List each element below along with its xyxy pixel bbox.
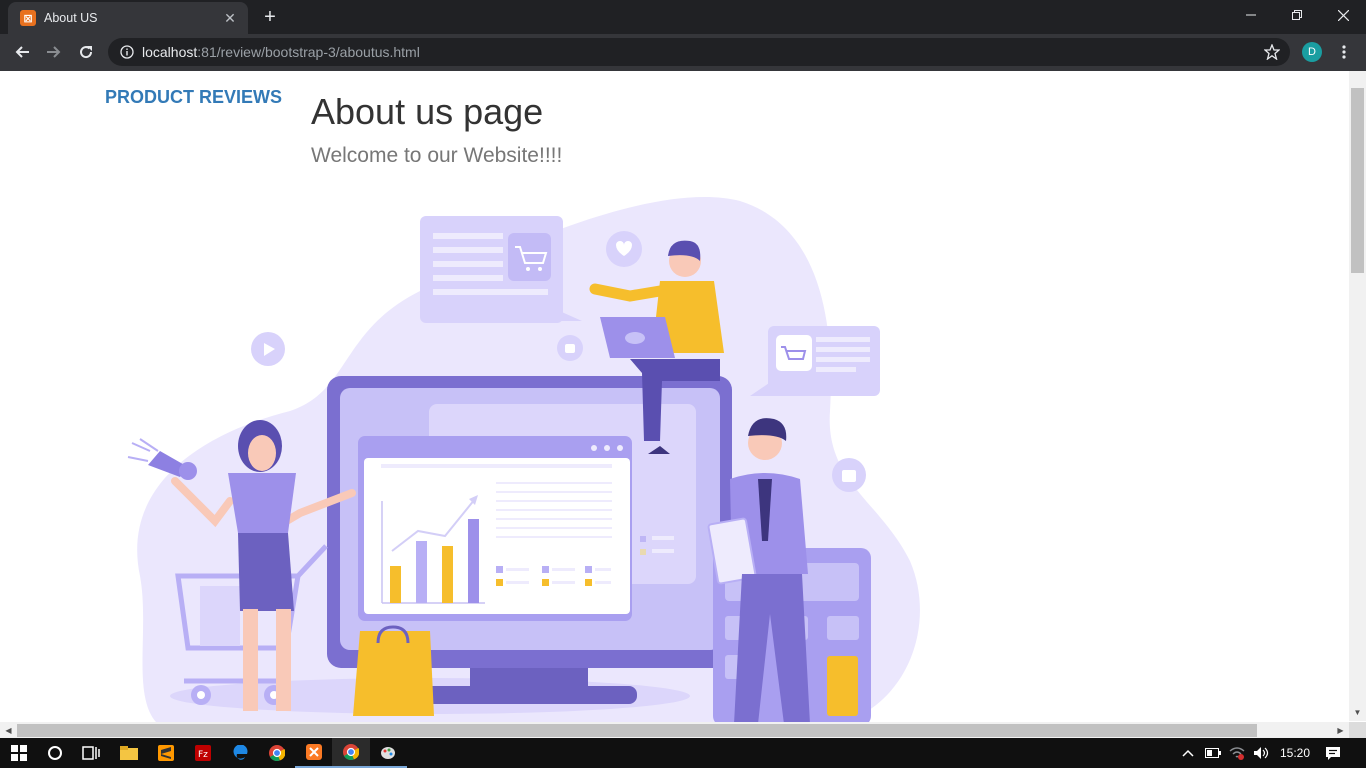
close-tab-icon[interactable]: ✕ (222, 10, 238, 27)
notifications-icon[interactable] (1325, 738, 1341, 768)
close-window-icon[interactable] (1320, 0, 1366, 30)
battery-icon[interactable] (1205, 738, 1221, 768)
scroll-down-arrow-icon[interactable]: ▼ (1349, 704, 1366, 721)
menu-icon[interactable] (1331, 39, 1357, 65)
scrollbar-corner (1349, 722, 1366, 739)
url-host: localhost (142, 44, 198, 60)
edge-icon[interactable] (221, 738, 259, 768)
new-tab-icon[interactable]: + (258, 6, 282, 28)
profile-avatar[interactable]: D (1302, 42, 1322, 62)
url-path: :81/review/bootstrap-3/aboutus.html (197, 44, 420, 60)
minimize-icon[interactable] (1228, 0, 1274, 30)
page-title: About us page (311, 91, 544, 132)
page-viewport: PRODUCT REVIEWS About us page Welcome to… (0, 71, 1366, 739)
navbar-brand-link[interactable]: PRODUCT REVIEWS (105, 87, 282, 108)
bookmark-star-icon[interactable] (1263, 43, 1281, 65)
back-icon[interactable] (9, 39, 35, 65)
svg-text:Fz: Fz (198, 750, 208, 760)
tab-title: About US (44, 11, 98, 25)
page-subtitle: Welcome to our Website!!!! (311, 144, 563, 167)
vertical-scrollbar[interactable] (1349, 71, 1366, 721)
clock-time[interactable]: 15:20 (1280, 738, 1310, 768)
chrome-icon[interactable] (332, 738, 370, 768)
xampp-icon: ⊠ (20, 10, 36, 26)
windows-start-icon[interactable] (0, 738, 38, 768)
network-icon[interactable] (1229, 738, 1245, 768)
file-explorer-icon[interactable] (110, 738, 148, 768)
vertical-scroll-thumb[interactable] (1351, 88, 1364, 273)
scroll-left-arrow-icon[interactable]: ◀ (0, 722, 17, 739)
paint-icon[interactable] (369, 738, 407, 768)
browser-tab-strip: ⊠ About US ✕ + (0, 0, 1366, 34)
address-bar[interactable]: localhost:81/review/bootstrap-3/aboutus.… (108, 38, 1290, 66)
show-hidden-icons-icon[interactable] (1182, 738, 1194, 768)
reload-icon[interactable] (73, 39, 99, 65)
scroll-right-arrow-icon[interactable]: ▶ (1332, 722, 1349, 739)
browser-tab[interactable]: ⊠ About US ✕ (8, 2, 248, 34)
search-icon[interactable] (36, 738, 74, 768)
chrome-icon[interactable] (258, 738, 296, 768)
horizontal-scroll-thumb[interactable] (17, 724, 1257, 737)
site-info-icon[interactable] (120, 45, 134, 59)
volume-icon[interactable] (1253, 738, 1269, 768)
browser-toolbar: localhost:81/review/bootstrap-3/aboutus.… (0, 34, 1366, 71)
windows-taskbar: Fz 15:20 (0, 738, 1366, 768)
horizontal-scrollbar[interactable]: ◀ ▶ (0, 722, 1349, 739)
task-view-icon[interactable] (72, 738, 110, 768)
restore-icon[interactable] (1274, 0, 1320, 30)
forward-icon[interactable] (41, 39, 67, 65)
filezilla-icon[interactable]: Fz (184, 738, 222, 768)
hero-illustration (127, 197, 920, 726)
sublime-text-icon[interactable] (147, 738, 185, 768)
xampp-icon[interactable] (295, 738, 333, 768)
